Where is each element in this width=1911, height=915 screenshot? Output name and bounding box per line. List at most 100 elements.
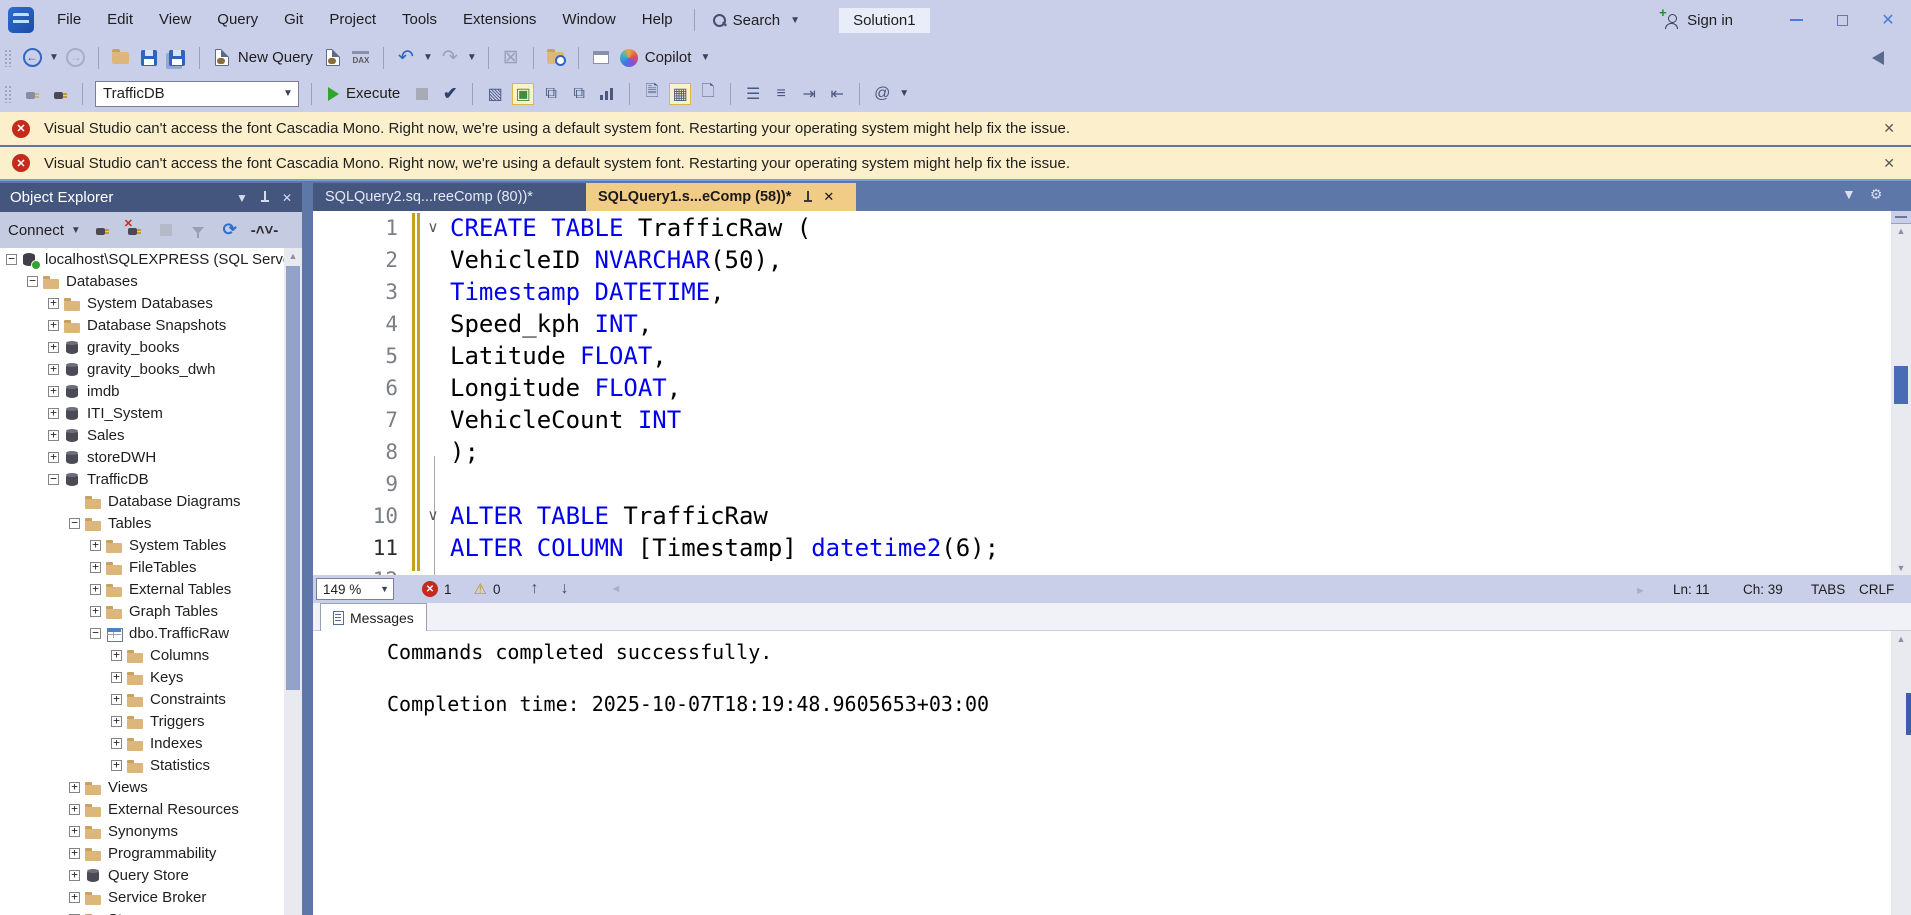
code-line[interactable]: 2VehicleID NVARCHAR(50), (313, 244, 1911, 276)
object-explorer-header[interactable]: Object Explorer ▼ ✕ (0, 183, 302, 212)
scrollbar-thumb[interactable] (286, 266, 300, 690)
comment-button[interactable]: ☰ (742, 83, 764, 105)
menu-item-extensions[interactable]: Extensions (450, 6, 549, 34)
code-line[interactable]: 6Longitude FLOAT, (313, 372, 1911, 404)
tree-expander[interactable]: + (111, 650, 122, 661)
chevron-down-icon[interactable]: ▼ (464, 52, 480, 63)
menu-item-view[interactable]: View (146, 6, 204, 34)
warning-count[interactable]: 0 (493, 582, 501, 597)
tree-node-system-tables[interactable]: +System Tables (0, 534, 302, 556)
parse-button[interactable]: ✔ (439, 83, 461, 105)
tree-node-views[interactable]: +Views (0, 776, 302, 798)
tree-node-localhost-sqlexpress-sql-server-1[interactable]: −localhost\SQLEXPRESS (SQL Server 1 (0, 248, 302, 270)
fold-chevron-icon[interactable]: ∨ (421, 212, 445, 244)
infobar-close-icon[interactable]: ✕ (1883, 155, 1895, 172)
new-query-icon[interactable] (211, 47, 233, 69)
tree-node-external-resources[interactable]: +External Resources (0, 798, 302, 820)
scroll-up-icon[interactable]: ▲ (1891, 634, 1911, 644)
tree-node-databases[interactable]: −Databases (0, 270, 302, 292)
tree-node-gravity-books[interactable]: +gravity_books (0, 336, 302, 358)
tree-expander[interactable]: + (111, 672, 122, 683)
chevron-down-icon[interactable]: ▼ (697, 52, 713, 63)
connect-object-explorer-button[interactable] (91, 219, 113, 241)
split-handle[interactable] (1891, 211, 1911, 224)
new-query-button[interactable]: New Query (238, 49, 313, 66)
pin-icon[interactable] (260, 191, 270, 204)
close-icon[interactable]: ✕ (282, 191, 292, 205)
tree-expander[interactable]: + (69, 870, 80, 881)
chevron-down-icon[interactable]: ▼ (68, 225, 84, 236)
save-button[interactable] (138, 47, 160, 69)
code-line[interactable]: 8); (313, 436, 1911, 468)
tree-expander[interactable]: + (111, 694, 122, 705)
tab-list-dropdown-icon[interactable]: ▼ (1842, 186, 1856, 203)
close-button[interactable]: ✕ (1865, 3, 1911, 37)
menu-item-help[interactable]: Help (629, 6, 686, 34)
tree-expander[interactable]: − (6, 254, 17, 265)
tree-expander[interactable]: + (48, 342, 59, 353)
toolbar-overflow-button[interactable]: ▼ (896, 88, 912, 99)
new-dax-query-button[interactable]: DAX (350, 47, 372, 69)
tree-expander[interactable]: + (69, 782, 80, 793)
tree-expander[interactable]: + (48, 364, 59, 375)
increase-indent-button[interactable]: ⇥ (798, 83, 820, 105)
cancel-query-button[interactable] (411, 83, 433, 105)
menu-item-tools[interactable]: Tools (389, 6, 450, 34)
sql-editor[interactable]: 1∨CREATE TABLE TrafficRaw (2VehicleID NV… (313, 211, 1911, 575)
infobar-close-icon[interactable]: ✕ (1883, 120, 1895, 137)
toolbar-grip[interactable] (4, 85, 12, 103)
document-tab[interactable]: SQLQuery2.sq...reeComp (80))* (313, 183, 586, 211)
database-selector[interactable]: TrafficDB ▼ (95, 81, 299, 107)
change-connection-button[interactable] (49, 83, 71, 105)
hscroll-left-arrow[interactable]: ◄ (610, 583, 621, 595)
tree-expander[interactable]: + (69, 892, 80, 903)
code-line[interactable]: 9 (313, 468, 1911, 500)
tree-expander[interactable]: + (111, 760, 122, 771)
tab-messages[interactable]: Messages (320, 603, 427, 631)
tree-expander[interactable]: + (69, 826, 80, 837)
filter-icon[interactable] (187, 219, 209, 241)
editor-scrollbar[interactable]: ▲ ▼ (1891, 211, 1911, 575)
connect-dropdown[interactable]: Connect (8, 222, 64, 239)
tree-node-storedwh[interactable]: +storeDWH (0, 446, 302, 468)
tree-node-external-tables[interactable]: +External Tables (0, 578, 302, 600)
tree-node-graph-tables[interactable]: +Graph Tables (0, 600, 302, 622)
tree-expander[interactable]: − (90, 628, 101, 639)
tree-node-columns[interactable]: +Columns (0, 644, 302, 666)
tree-expander[interactable]: + (48, 386, 59, 397)
error-count[interactable]: 1 (444, 582, 452, 597)
tree-expander[interactable]: + (48, 430, 59, 441)
tree-node-programmability[interactable]: +Programmability (0, 842, 302, 864)
code-line[interactable]: 3Timestamp DATETIME, (313, 276, 1911, 308)
results-to-grid-button[interactable]: ▦ (669, 83, 691, 105)
tree-expander[interactable]: + (48, 452, 59, 463)
restore-button[interactable] (1819, 3, 1865, 37)
activity-monitor-button[interactable]: ⊠ (500, 47, 522, 69)
code-line[interactable]: 1∨CREATE TABLE TrafficRaw ( (313, 212, 1911, 244)
document-tab[interactable]: SQLQuery1.s...eComp (58))*✕ (586, 183, 856, 211)
save-all-button[interactable] (166, 47, 188, 69)
tree-node-statistics[interactable]: +Statistics (0, 754, 302, 776)
tree-expander[interactable]: + (69, 848, 80, 859)
code-line[interactable]: 5Latitude FLOAT, (313, 340, 1911, 372)
tree-expander[interactable]: + (48, 320, 59, 331)
tree-node-trafficdb[interactable]: −TrafficDB (0, 468, 302, 490)
warning-count-icon[interactable]: ⚠ (474, 580, 487, 598)
tree-node-filetables[interactable]: +FileTables (0, 556, 302, 578)
tree-expander[interactable]: + (90, 584, 101, 595)
scroll-down-icon[interactable]: ▼ (1891, 563, 1911, 573)
chevron-down-icon[interactable]: ▼ (46, 52, 62, 63)
tree-node-gravity-books-dwh[interactable]: +gravity_books_dwh (0, 358, 302, 380)
tree-node-st[interactable]: +St (0, 908, 302, 915)
undo-button[interactable]: ↶ (395, 47, 417, 69)
menu-item-query[interactable]: Query (204, 6, 271, 34)
tree-node-constraints[interactable]: +Constraints (0, 688, 302, 710)
menu-item-window[interactable]: Window (549, 6, 628, 34)
tree-expander[interactable]: − (27, 276, 38, 287)
execute-button[interactable]: Execute (320, 85, 408, 102)
tree-node-dbo-trafficraw[interactable]: −dbo.TrafficRaw (0, 622, 302, 644)
connect-button[interactable] (21, 83, 43, 105)
next-error-arrow[interactable]: ↓ (560, 580, 568, 598)
tree-expander[interactable]: + (90, 606, 101, 617)
showplan-button[interactable]: ▧ (484, 83, 506, 105)
